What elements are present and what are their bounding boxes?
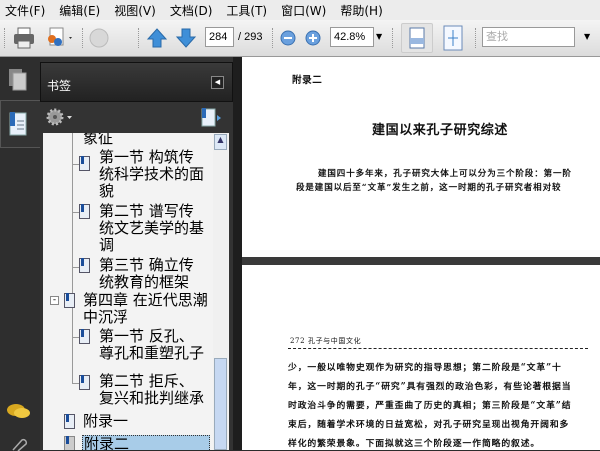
separator: [272, 28, 274, 48]
bookmark-label: 第四章 在近代思潮: [83, 291, 208, 309]
print-icon[interactable]: [12, 27, 36, 49]
separator: [475, 28, 477, 48]
bookmark-item[interactable]: 第一节 反孔、 尊孔和重塑孔子: [99, 328, 204, 362]
menu-help[interactable]: 帮助(H): [335, 2, 391, 19]
bookmark-item[interactable]: 附录一: [83, 413, 128, 430]
bookmark-icon: [79, 375, 90, 390]
bookmark-label: 第二节 拒斥、: [99, 372, 194, 390]
scroll-thumb[interactable]: [214, 358, 227, 450]
body-line: 束后，随着学术环境的日益宽松，对孔子研究呈现出视角开阔和多: [288, 420, 570, 430]
bookmarks-panel: 书签 ◀ 象征 第一节 构筑传 统科学技术的面貌 第二节 谱写传 统文艺美学的基调 …: [40, 57, 233, 450]
document-view: 附录二 建国以来孔子研究综述 建国四十多年来，孔子研究大体上可以分为三个阶段：第…: [242, 57, 600, 450]
bookmark-item[interactable]: 第三节 确立传 统教育的框架: [99, 257, 194, 291]
menu-document[interactable]: 文档(D): [165, 2, 222, 19]
body-line: 年，这一时期的孔子“研究”具有强烈的政治色彩，有些论著根据当: [288, 382, 572, 392]
bookmark-label: 调: [99, 236, 115, 254]
previous-page-icon[interactable]: [146, 27, 168, 49]
zoom-dropdown-icon[interactable]: ▼: [376, 32, 382, 41]
header-rule: [288, 348, 588, 349]
bookmark-label: 第三节 确立传: [99, 256, 194, 274]
running-head: 272 孔子与中国文化: [290, 337, 362, 345]
next-page-icon[interactable]: [175, 27, 197, 49]
bookmark-icon: [9, 112, 27, 136]
pdf-page: 272 孔子与中国文化 少，一般以唯物史观作为研究的指导思想；第二阶段是“文革”…: [242, 265, 600, 450]
menu-file[interactable]: 文件(F): [0, 2, 54, 19]
pages-icon[interactable]: [7, 67, 29, 93]
search-dropdown-icon[interactable]: ▼: [584, 32, 590, 41]
toolbar: 284 / 293 42.8% ▼ 查找 ▼: [0, 20, 600, 57]
separator: [392, 28, 394, 48]
options-gear-icon[interactable]: [45, 107, 75, 127]
bookmark-label: 统科学技术的面: [99, 165, 205, 183]
body-line: 少，一般以唯物史观作为研究的指导思想；第二阶段是“文革”十: [288, 363, 562, 373]
bookmark-icon: [79, 329, 90, 344]
menu-edit[interactable]: 编辑(E): [54, 2, 109, 19]
bookmark-item[interactable]: 第一节 构筑传 统科学技术的面貌: [99, 149, 204, 200]
fit-width-button[interactable]: [401, 23, 433, 53]
panel-splitter[interactable]: [233, 57, 242, 450]
bookmark-icon: [79, 204, 90, 219]
menu-view[interactable]: 视图(V): [109, 2, 165, 19]
body-line: 段是建国以后至“文革”发生之前，这一时期的孔子研究者相对较: [296, 183, 562, 193]
bookmark-icon: [64, 293, 75, 308]
bookmark-icon: [64, 436, 75, 450]
body-line: 样化的繁荣景象。下面拟就这三个阶段逐一作简略的叙述。: [288, 439, 541, 449]
zoom-input[interactable]: 42.8%: [330, 27, 374, 47]
panel-title: 书签: [47, 79, 72, 93]
navigation-icon-column: [0, 57, 42, 451]
separator: [82, 28, 84, 48]
page-header: 附录二: [292, 75, 323, 86]
bookmark-label: 统教育的框架: [99, 273, 190, 291]
bookmark-item[interactable]: 象征: [83, 133, 113, 147]
collaborate-icon[interactable]: [44, 27, 76, 49]
total-pages: / 293: [238, 31, 263, 43]
separator: [138, 28, 140, 48]
bookmark-label: 统文艺美学的基: [99, 219, 205, 237]
panel-header: 书签 ◀: [40, 62, 233, 102]
bookmark-icon: [64, 414, 75, 429]
bookmark-item-selected[interactable]: 附录二: [82, 435, 210, 450]
bookmark-label: 复兴和批判继承: [99, 389, 205, 407]
bookmark-label: 中沉浮: [83, 308, 129, 326]
bookmarks-tab[interactable]: [0, 100, 42, 148]
fit-page-icon[interactable]: [440, 24, 466, 52]
collapse-panel-button[interactable]: ◀: [211, 76, 224, 89]
body-line: 建国四十多年来，孔子研究大体上可以分为三个阶段：第一阶: [318, 169, 572, 179]
bookmark-item[interactable]: 第二节 谱写传 统文艺美学的基调: [99, 203, 204, 254]
bookmark-icon: [79, 258, 90, 273]
bookmark-scrollbar[interactable]: ▲: [213, 133, 228, 450]
pdf-page: 附录二 建国以来孔子研究综述 建国四十多年来，孔子研究大体上可以分为三个阶段：第…: [242, 57, 600, 257]
bookmark-label: 第一节 构筑传: [99, 148, 194, 166]
menu-bar: 文件(F) 编辑(E) 视图(V) 文档(D) 工具(T) 窗口(W) 帮助(H…: [0, 0, 600, 20]
bookmark-item[interactable]: 第四章 在近代思潮 中沉浮: [83, 292, 208, 326]
bookmark-item[interactable]: 第二节 拒斥、 复兴和批判继承: [99, 373, 204, 407]
bookmark-tree: 象征 第一节 构筑传 统科学技术的面貌 第二节 谱写传 统文艺美学的基调 第三节 确…: [43, 133, 229, 450]
bookmark-label: 第一节 反孔、: [99, 327, 194, 345]
bookmark-icon: [79, 156, 90, 171]
bookmark-label: 尊孔和重塑孔子: [99, 344, 205, 362]
zoom-in-icon[interactable]: [305, 30, 321, 46]
zoom-out-icon[interactable]: [280, 30, 296, 46]
menu-tools[interactable]: 工具(T): [221, 2, 276, 19]
toolbar-grip: [4, 28, 6, 48]
collapse-toggle[interactable]: -: [50, 296, 59, 305]
bookmark-label: 第二节 谱写传: [99, 202, 194, 220]
search-input[interactable]: 查找: [482, 27, 575, 47]
attachments-icon[interactable]: [10, 437, 30, 451]
bookmark-label: 貌: [99, 182, 115, 200]
menu-window[interactable]: 窗口(W): [276, 2, 335, 19]
scroll-up-button[interactable]: ▲: [214, 134, 227, 150]
page-number-input[interactable]: 284: [205, 27, 234, 47]
chapter-title: 建国以来孔子研究综述: [372, 123, 509, 138]
comments-icon[interactable]: [6, 402, 32, 422]
new-bookmark-icon[interactable]: [200, 107, 224, 129]
body-line: 时政治斗争的需要，严重歪曲了历史的真相；第三阶段是“文革”结: [288, 401, 572, 411]
secure-icon: [89, 28, 109, 48]
